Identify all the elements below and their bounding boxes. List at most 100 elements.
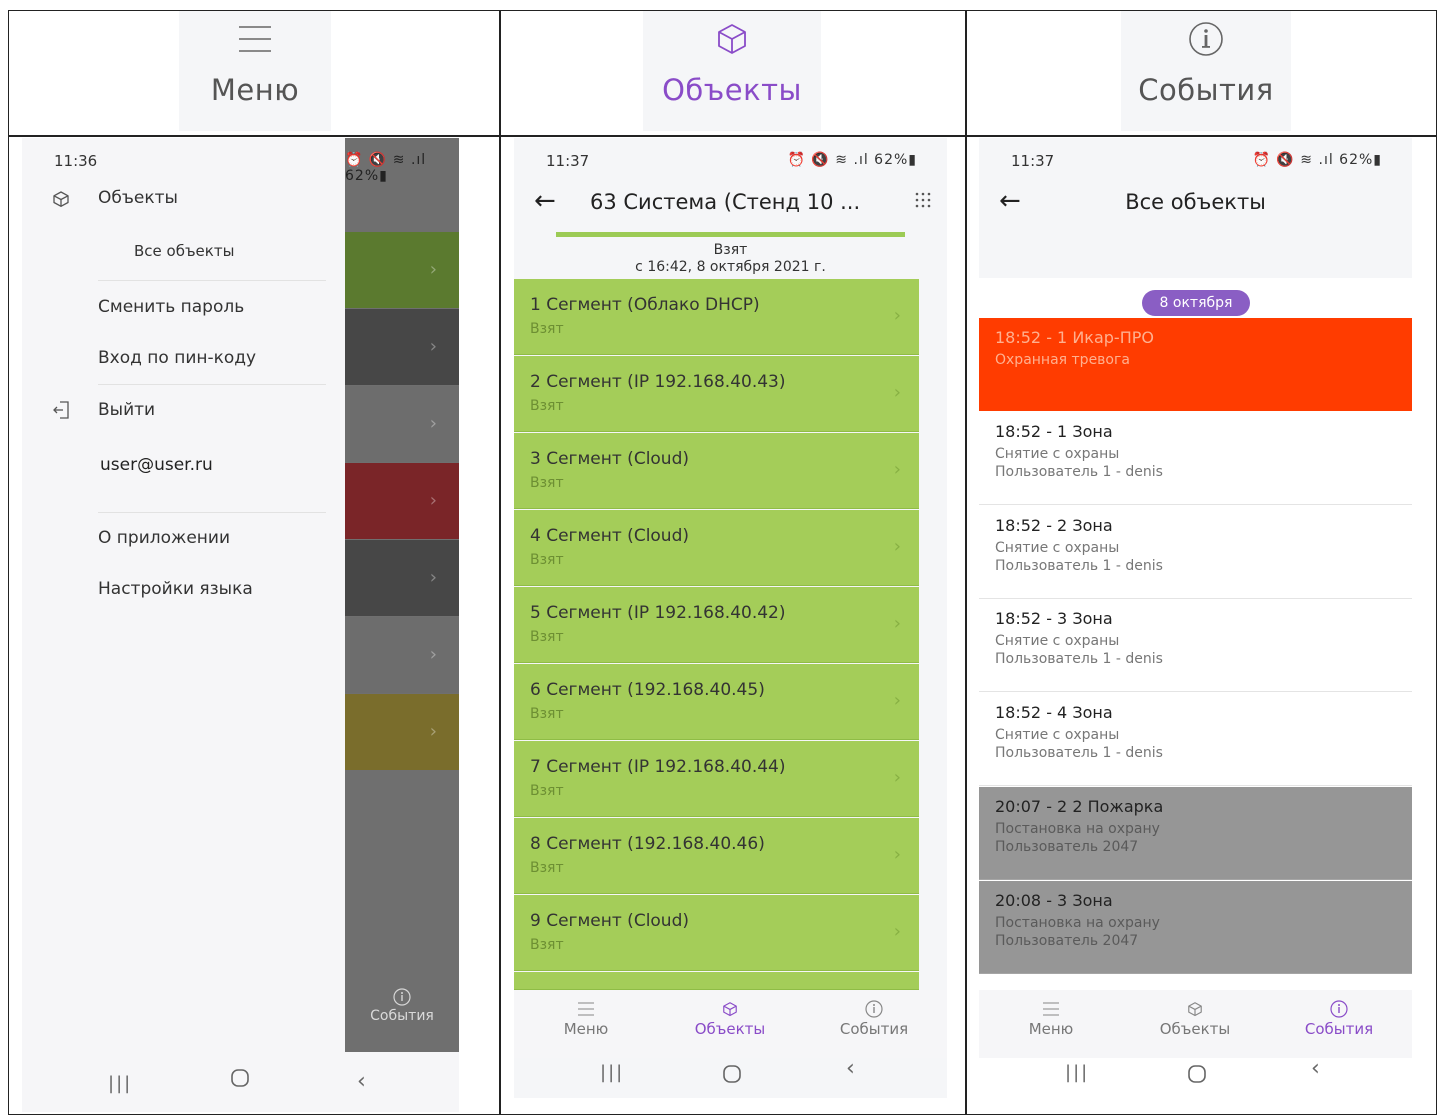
- menu-item-logout[interactable]: Выйти: [98, 400, 155, 420]
- home-icon[interactable]: [230, 1068, 250, 1094]
- recent-apps-icon[interactable]: |||: [600, 1062, 624, 1083]
- event-type: Снятие с охраны: [995, 540, 1120, 556]
- status-bar: 11:36: [22, 152, 345, 174]
- page-title: 63 Система (Стенд 10 ...: [590, 190, 861, 214]
- back-arrow-icon[interactable]: ←: [534, 186, 556, 216]
- navigation-drawer: 11:36 Объекты Все объекты Сменить пароль…: [22, 138, 345, 1112]
- segment-status: Взят: [530, 398, 564, 414]
- header-menu: Меню: [179, 11, 331, 131]
- event-type: Охранная тревога: [995, 352, 1130, 368]
- bottom-tab-bar: Меню Объекты События: [979, 990, 1412, 1058]
- separator: [98, 280, 326, 281]
- segment-row[interactable]: 9 Сегмент (Cloud) Взят ›: [514, 895, 919, 971]
- chevron-right-icon: ›: [893, 382, 901, 403]
- event-type: Постановка на охрану: [995, 821, 1160, 837]
- system-state: Взят: [713, 242, 748, 258]
- tab-objects-label: Объекты: [1159, 1020, 1231, 1038]
- cube-icon: [715, 21, 749, 57]
- segment-title: 2 Сегмент (IP 192.168.40.43): [530, 372, 786, 392]
- tab-objects-label: Объекты: [694, 1020, 766, 1038]
- chevron-right-icon: ›: [893, 921, 901, 942]
- chevron-right-icon: ›: [893, 459, 901, 480]
- segment-row[interactable]: 5 Сегмент (IP 192.168.40.42) Взят ›: [514, 587, 919, 663]
- event-row[interactable]: 18:52 - 3 Зона Снятие с охраны Пользовател…: [979, 599, 1412, 692]
- tab-events[interactable]: События: [1279, 998, 1399, 1038]
- event-row-alarm[interactable]: 18:52 - 1 Икар-ПРО Охранная тревога: [979, 318, 1412, 411]
- tab-objects[interactable]: Объекты: [1135, 998, 1255, 1038]
- segment-row[interactable]: 8 Сегмент (192.168.40.46) Взят ›: [514, 818, 919, 894]
- home-icon[interactable]: [722, 1064, 742, 1090]
- page-title: Все объекты: [1125, 190, 1266, 214]
- column-divider: [499, 11, 501, 1114]
- hamburger-icon: [526, 998, 646, 1020]
- chevron-right-icon: ›: [893, 690, 901, 711]
- status-icons: ⏰ 🔇 ≋ .ıl 62%▮: [1252, 152, 1382, 168]
- tab-events[interactable]: События: [814, 998, 934, 1038]
- back-nav-icon[interactable]: ‹: [846, 1056, 855, 1081]
- segment-row[interactable]: 1 Сегмент (Облако DHCP) Взят ›: [514, 279, 919, 355]
- menu-screen: › › › › › › › События 11:36 Объекты Все …: [22, 138, 459, 1112]
- recent-apps-icon[interactable]: |||: [1065, 1062, 1089, 1083]
- screen-dim-overlay[interactable]: › › › › › › › События: [345, 138, 459, 1058]
- segment-row[interactable]: 6 Сегмент (192.168.40.45) Взят ›: [514, 664, 919, 740]
- event-row[interactable]: 18:52 - 4 Зона Снятие с охраны Пользовател…: [979, 693, 1412, 786]
- info-circle-icon: [345, 988, 459, 1010]
- overlay-band: ›: [345, 694, 459, 770]
- event-type: Снятие с охраны: [995, 727, 1120, 743]
- segment-title: 8 Сегмент (192.168.40.46): [530, 834, 765, 854]
- segment-title: 4 Сегмент (Cloud): [530, 526, 690, 546]
- info-circle-icon: [1279, 998, 1399, 1020]
- tab-menu[interactable]: Меню: [526, 998, 646, 1038]
- info-circle-icon: [1188, 21, 1224, 57]
- event-user: Пользователь 2047: [995, 933, 1139, 949]
- info-circle-icon: [814, 998, 934, 1020]
- tab-events-label: События: [1304, 1020, 1374, 1038]
- overlay-band: ›: [345, 386, 459, 462]
- date-badge: 8 октября: [1142, 290, 1250, 316]
- menu-item-pin-login[interactable]: Вход по пин-коду: [98, 348, 256, 368]
- status-icons: ⏰ 🔇 ≋ .ıl 62%▮: [345, 152, 427, 184]
- hamburger-icon: [991, 998, 1111, 1020]
- overlay-band: ›: [345, 463, 459, 539]
- segment-title: 9 Сегмент (Cloud): [530, 911, 690, 931]
- event-title: 18:52 - 4 Зона: [995, 703, 1113, 722]
- segment-status: Взят: [530, 321, 564, 337]
- tab-menu[interactable]: Меню: [991, 998, 1111, 1038]
- segment-row[interactable]: 7 Сегмент (IP 192.168.40.44) Взят ›: [514, 741, 919, 817]
- home-icon[interactable]: [1187, 1064, 1207, 1090]
- grid-menu-icon[interactable]: [915, 192, 931, 212]
- recent-apps-icon[interactable]: |||: [108, 1073, 132, 1094]
- chevron-right-icon: ›: [893, 844, 901, 865]
- chevron-right-icon: ›: [893, 767, 901, 788]
- segment-row[interactable]: 3 Сегмент (Cloud) Взят ›: [514, 433, 919, 509]
- event-row[interactable]: 18:52 - 1 Зона Снятие с охраны Пользовател…: [979, 412, 1412, 505]
- menu-item-language[interactable]: Настройки языка: [98, 579, 253, 599]
- event-row-armed[interactable]: 20:08 - 3 Зона Постановка на охрану Пользо…: [979, 881, 1412, 974]
- state-progress-bar: [556, 232, 905, 237]
- segment-title: 3 Сегмент (Cloud): [530, 449, 690, 469]
- status-time: 11:37: [1011, 152, 1055, 170]
- tab-objects[interactable]: Объекты: [670, 998, 790, 1038]
- menu-item-all-objects[interactable]: Все объекты: [134, 242, 234, 260]
- segment-row[interactable]: 2 Сегмент (IP 192.168.40.43) Взят ›: [514, 356, 919, 432]
- overlay-band: ›: [345, 540, 459, 616]
- event-user: Пользователь 1 - denis: [995, 651, 1163, 667]
- hamburger-icon: [237, 21, 273, 57]
- segment-status: Взят: [530, 937, 564, 953]
- cube-icon: [52, 190, 72, 210]
- back-nav-icon[interactable]: ‹: [357, 1069, 366, 1094]
- chevron-right-icon: ›: [893, 305, 901, 326]
- event-row-armed[interactable]: 20:07 - 2 2 Пожарка Постановка на охрану П…: [979, 787, 1412, 880]
- menu-item-about[interactable]: О приложении: [98, 528, 230, 548]
- event-user: Пользователь 1 - denis: [995, 558, 1163, 574]
- header-events: События: [1121, 11, 1291, 131]
- segment-status: Взят: [530, 860, 564, 876]
- system-state-since: с 16:42, 8 октября 2021 г.: [635, 259, 826, 275]
- menu-item-change-password[interactable]: Сменить пароль: [98, 297, 244, 317]
- event-row[interactable]: 18:52 - 2 Зона Снятие с охраны Пользовател…: [979, 506, 1412, 599]
- row-divider: [9, 135, 1436, 137]
- segment-row[interactable]: 4 Сегмент (Cloud) Взят ›: [514, 510, 919, 586]
- bottom-tab-bar: Меню Объекты События: [514, 990, 947, 1058]
- menu-item-objects[interactable]: Объекты: [98, 188, 178, 208]
- back-nav-icon[interactable]: ‹: [1311, 1056, 1320, 1081]
